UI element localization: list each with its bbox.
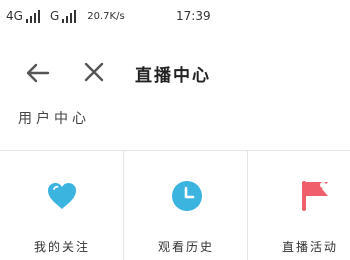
grid-item-label: 直播活动 (282, 240, 339, 254)
network-type-2: G (49, 9, 60, 23)
toolbar: 直播中心 (0, 44, 350, 100)
signal-strength-icon (25, 9, 42, 23)
clock-time: 17:39 (176, 9, 211, 23)
flag-icon (298, 178, 334, 214)
section-title: 用户中心 (18, 111, 90, 127)
status-bar: 4G G 20.7K/s 17:39 (0, 0, 350, 34)
signal-strength-icon-2 (62, 9, 78, 23)
grid-item-label: 观看历史 (157, 240, 214, 254)
grid-item-history[interactable]: 观看历史 (124, 151, 248, 260)
network-speed: 20.7K/s (87, 10, 125, 22)
page-title: 直播中心 (135, 66, 211, 86)
heart-icon (44, 178, 80, 214)
feature-grid: 我的关注 观看历史 直播活动 (0, 151, 350, 260)
network-type-1: 4G (6, 9, 23, 23)
screen: 4G G 20.7K/s 17:39 直播中心 用户中心 我的关注 观看历史 直… (0, 0, 350, 260)
close-icon[interactable] (82, 60, 106, 84)
grid-item-label: 我的关注 (33, 240, 90, 254)
status-left: 4G G 20.7K/s (6, 9, 125, 23)
arrow-left-icon[interactable] (24, 59, 52, 87)
grid-item-following[interactable]: 我的关注 (0, 151, 124, 260)
grid-item-live-activity[interactable]: 直播活动 (248, 151, 350, 260)
clock-icon (169, 178, 205, 214)
